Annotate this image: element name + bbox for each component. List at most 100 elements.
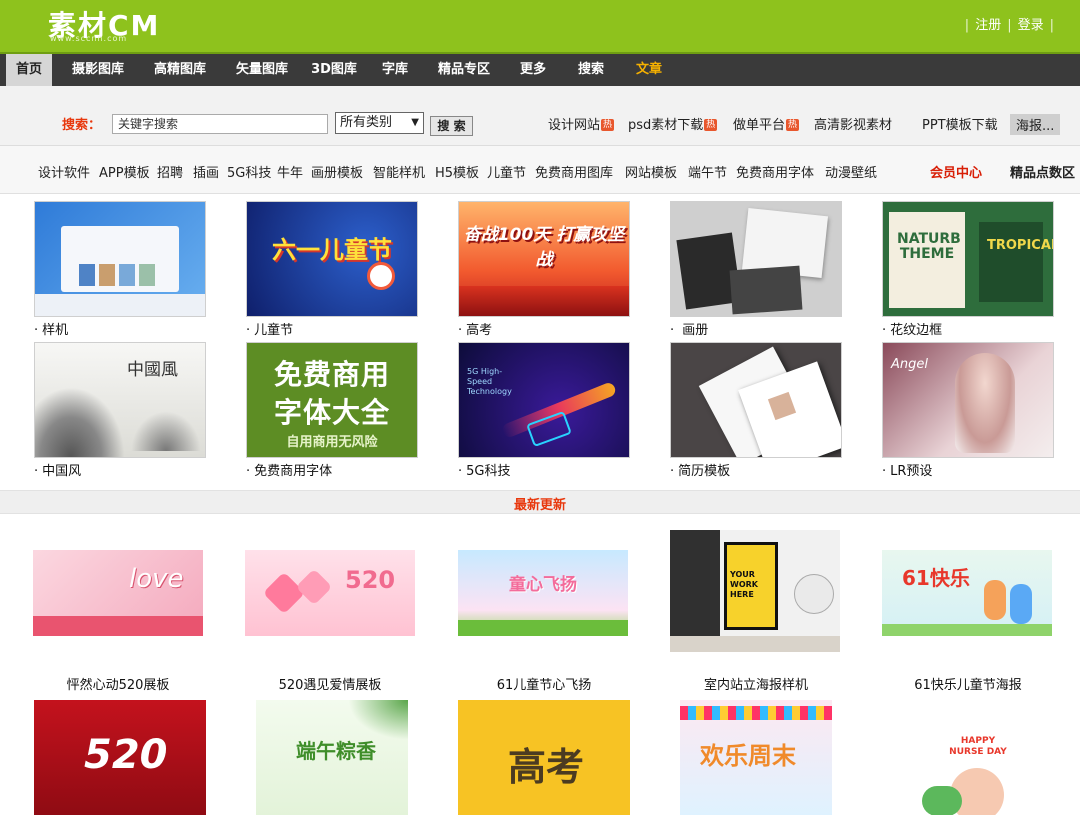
category-thumb[interactable]: 中國風 [34, 342, 206, 458]
tag-item[interactable]: 插画 [193, 162, 219, 181]
user-links: | 注册 | 登录 | [964, 18, 1054, 33]
register-link[interactable]: 注册 [975, 18, 1001, 33]
category-label[interactable]: · 样机 [34, 319, 206, 338]
category-card-5g[interactable]: 5G High-Speed Technology · 5G科技 [458, 342, 630, 479]
new-item-thumb[interactable]: 61快乐 [882, 550, 1052, 636]
tag-item[interactable]: 动漫壁纸 [825, 162, 877, 181]
category-thumb[interactable]: NATURB THEME TROPICAL [882, 201, 1054, 317]
category-card-mockup[interactable]: · 样机 [34, 201, 206, 338]
category-card-chinese-style[interactable]: 中國風 · 中国风 [34, 342, 206, 479]
quick-link-label: 做单平台 [733, 118, 786, 133]
tag-item[interactable]: H5模板 [435, 162, 479, 181]
tag-bar: 设计软件 APP模板 招聘 插画 5G科技 牛年 画册模板 智能样机 H5模板 … [0, 146, 1080, 194]
tag-item[interactable]: 牛年 [277, 162, 303, 181]
hot-badge: 热 [601, 119, 615, 131]
new-item-card[interactable]: 童心飞扬 [458, 550, 630, 636]
category-label[interactable]: · 5G科技 [458, 460, 630, 479]
new-item-card[interactable]: 61快乐 [882, 550, 1054, 636]
category-thumb[interactable]: Angel [882, 342, 1054, 458]
quick-link-design-sites[interactable]: 设计网站热 [548, 114, 615, 133]
category-thumb[interactable]: 六一儿童节 [246, 201, 418, 317]
new-item-card[interactable]: YOUR WORK HERE [670, 530, 842, 652]
category-thumb[interactable]: 奋战100天 打赢攻坚战 [458, 201, 630, 317]
tag-item[interactable]: 画册模板 [311, 162, 363, 181]
section-title: 最新更新 [513, 498, 566, 513]
category-card-free-fonts[interactable]: 免费商用 字体大全 自用商用无风险 · 免费商用字体 [246, 342, 418, 479]
tag-item[interactable]: 智能样机 [373, 162, 425, 181]
tag-item[interactable]: 5G科技 [227, 162, 271, 181]
new-item-label[interactable]: 61快乐儿童节海报 [868, 674, 1068, 693]
tag-item[interactable]: 免费商用图库 [535, 162, 613, 181]
new-item-thumb[interactable]: 端午粽香 [256, 700, 408, 815]
category-label[interactable]: · 高考 [458, 319, 630, 338]
category-card-gaokao[interactable]: 奋战100天 打赢攻坚战 · 高考 [458, 201, 630, 338]
new-item-thumb[interactable]: YOUR WORK HERE [670, 530, 840, 652]
new-item-thumb[interactable]: 520 [245, 550, 415, 636]
category-thumb[interactable] [670, 342, 842, 458]
tag-item[interactable]: 设计软件 [38, 162, 90, 181]
quick-link-video[interactable]: 高清影视素材 [814, 114, 892, 133]
nav-search[interactable]: 搜索 [570, 54, 612, 86]
category-label[interactable]: · 画册 [670, 319, 842, 338]
nav-premium[interactable]: 精品专区 [428, 54, 500, 86]
category-card-lr-presets[interactable]: Angel · LR预设 [882, 342, 1054, 479]
category-label[interactable]: · 中国风 [34, 460, 206, 479]
category-card-brochure[interactable]: · 画册 [670, 201, 842, 338]
category-card-childrens-day[interactable]: 六一儿童节 · 儿童节 [246, 201, 418, 338]
nav-more[interactable]: 更多 [512, 54, 554, 86]
category-label[interactable]: · 免费商用字体 [246, 460, 418, 479]
category-label[interactable]: · LR预设 [882, 460, 1054, 479]
new-item-thumb[interactable]: 童心飞扬 [458, 550, 628, 636]
category-card-resume[interactable]: · 简历模板 [670, 342, 842, 479]
tag-item[interactable]: 免费商用字体 [736, 162, 814, 181]
hot-badge: 热 [704, 119, 718, 131]
new-item-thumb[interactable]: 520 [34, 700, 206, 815]
category-label[interactable]: · 儿童节 [246, 319, 418, 338]
category-thumb[interactable]: 免费商用 字体大全 自用商用无风险 [246, 342, 418, 458]
new-item-card[interactable]: love [33, 550, 205, 636]
login-link[interactable]: 登录 [1018, 18, 1044, 33]
nav-vector[interactable]: 矢量图库 [226, 54, 298, 86]
category-label[interactable]: · 简历模板 [670, 460, 842, 479]
search-button[interactable]: 搜 索 [430, 116, 473, 136]
chevron-down-icon: ▼ [411, 117, 419, 128]
category-thumb[interactable]: 5G High-Speed Technology [458, 342, 630, 458]
search-bar: 搜索： 关键字搜索 所有类别 ▼ 搜 索 设计网站热 psd素材下载热 做单平台… [0, 86, 1080, 146]
nav-fonts[interactable]: 字库 [374, 54, 416, 86]
nav-home[interactable]: 首页 [6, 54, 52, 86]
quick-link-ppt[interactable]: PPT模板下载 [922, 114, 998, 133]
tag-item[interactable]: 儿童节 [487, 162, 526, 181]
search-input[interactable]: 关键字搜索 [112, 114, 328, 134]
member-center-link[interactable]: 会员中心 [930, 162, 982, 181]
quick-link-orders[interactable]: 做单平台热 [733, 114, 800, 133]
nav-articles[interactable]: 文章 [628, 54, 670, 86]
nav-hd[interactable]: 高精图库 [144, 54, 216, 86]
new-item-thumb[interactable]: love [33, 550, 203, 636]
main-nav: 首页 摄影图库 高精图库 矢量图库 3D图库 字库 精品专区 更多 搜索 文章 [0, 52, 1080, 86]
tag-item[interactable]: 端午节 [688, 162, 727, 181]
category-select[interactable]: 所有类别 ▼ [335, 112, 424, 134]
new-item-label[interactable]: 520遇见爱情展板 [230, 674, 430, 693]
quick-link-poster[interactable]: 海报... [1010, 114, 1061, 135]
nav-photo[interactable]: 摄影图库 [62, 54, 134, 86]
category-thumb[interactable] [34, 201, 206, 317]
category-label[interactable]: · 花纹边框 [882, 319, 1054, 338]
category-thumb[interactable] [670, 201, 842, 317]
new-item-label[interactable]: 61儿童节心飞扬 [444, 674, 644, 693]
new-item-thumb[interactable]: 欢乐周末 [680, 700, 832, 815]
new-item-thumb[interactable]: 高考 [458, 700, 630, 815]
tag-item[interactable]: APP模板 [99, 162, 150, 181]
hot-badge: 热 [786, 119, 800, 131]
tag-item[interactable]: 招聘 [157, 162, 183, 181]
featured-points-link[interactable]: 精品点数区 [1010, 162, 1075, 181]
quick-link-psd[interactable]: psd素材下载热 [628, 114, 718, 133]
new-item-label[interactable]: 怦然心动520展板 [18, 674, 218, 693]
top-banner: 素材CM www.sccnn.com | 注册 | 登录 | [0, 0, 1080, 52]
latest-updates-header: 最新更新 [0, 490, 1080, 514]
new-item-label[interactable]: 室内站立海报样机 [656, 674, 856, 693]
new-item-card[interactable]: 520 [245, 550, 417, 636]
tag-item[interactable]: 网站模板 [625, 162, 677, 181]
new-item-thumb[interactable]: HAPPY NURSE DAY [902, 700, 1054, 815]
nav-3d[interactable]: 3D图库 [306, 54, 362, 86]
category-card-pattern-border[interactable]: NATURB THEME TROPICAL · 花纹边框 [882, 201, 1054, 338]
